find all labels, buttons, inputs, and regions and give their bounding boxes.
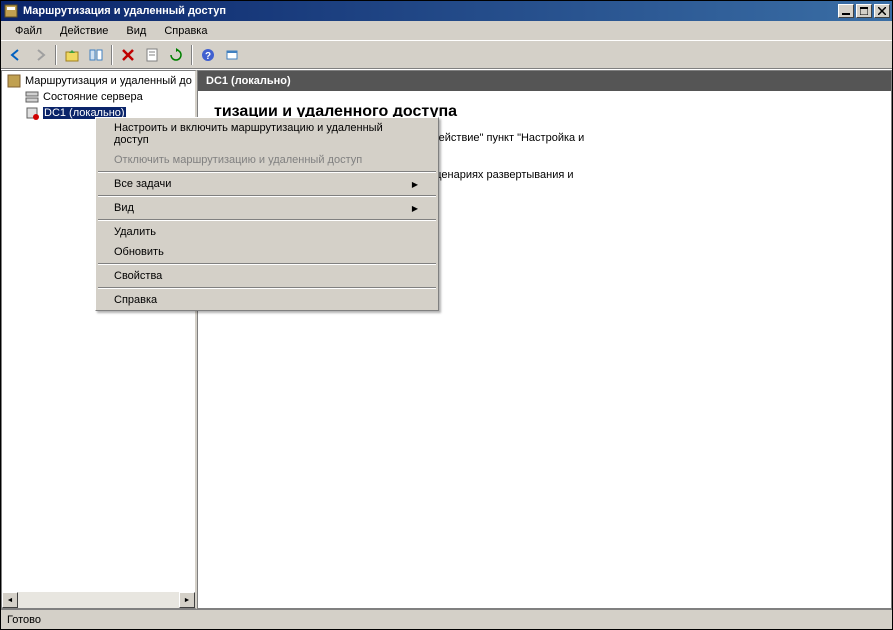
show-hide-button[interactable] — [85, 44, 107, 66]
tree-root-label: Маршрутизация и удаленный до — [25, 75, 192, 87]
cm-refresh[interactable]: Обновить — [96, 242, 438, 262]
menubar: Файл Действие Вид Справка — [1, 21, 892, 41]
maximize-button[interactable] — [856, 4, 872, 18]
main-header: DC1 (локально) — [198, 71, 891, 91]
cm-all-tasks[interactable]: Все задачи▶ — [96, 174, 438, 194]
submenu-arrow-icon: ▶ — [412, 180, 418, 189]
statusbar: Готово — [1, 609, 892, 629]
options-button[interactable] — [221, 44, 243, 66]
tree-status-label: Состояние сервера — [43, 91, 143, 103]
tree-root[interactable]: Маршрутизация и удаленный до — [4, 73, 193, 89]
scroll-track[interactable] — [18, 592, 179, 608]
toolbar-separator — [111, 45, 113, 65]
cm-configure[interactable]: Настроить и включить маршрутизацию и уда… — [96, 118, 438, 150]
submenu-arrow-icon: ▶ — [412, 204, 418, 213]
routing-icon — [6, 73, 22, 89]
tree-status[interactable]: Состояние сервера — [4, 89, 193, 105]
menu-help[interactable]: Справка — [156, 23, 215, 39]
cm-separator — [98, 195, 436, 197]
cm-separator — [98, 263, 436, 265]
app-icon — [3, 3, 19, 19]
cm-view[interactable]: Вид▶ — [96, 198, 438, 218]
menu-view[interactable]: Вид — [118, 23, 154, 39]
properties-button[interactable] — [141, 44, 163, 66]
toolbar-separator — [191, 45, 193, 65]
titlebar: Маршрутизация и удаленный доступ — [1, 1, 892, 21]
context-menu: Настроить и включить маршрутизацию и уда… — [95, 117, 439, 311]
server-status-icon — [24, 89, 40, 105]
toolbar-separator — [55, 45, 57, 65]
app-window: Маршрутизация и удаленный доступ Файл Де… — [0, 0, 893, 630]
cm-separator — [98, 219, 436, 221]
cm-help[interactable]: Справка — [96, 290, 438, 310]
minimize-button[interactable] — [838, 4, 854, 18]
help-button[interactable]: ? — [197, 44, 219, 66]
cm-separator — [98, 287, 436, 289]
cm-properties[interactable]: Свойства — [96, 266, 438, 286]
status-text: Готово — [7, 614, 41, 626]
window-title: Маршрутизация и удаленный доступ — [23, 5, 838, 17]
delete-button[interactable] — [117, 44, 139, 66]
menu-file[interactable]: Файл — [7, 23, 50, 39]
forward-button[interactable] — [29, 44, 51, 66]
scroll-right-button[interactable]: ► — [179, 592, 195, 608]
scroll-left-button[interactable]: ◄ — [2, 592, 18, 608]
cm-disable: Отключить маршрутизацию и удаленный дост… — [96, 150, 438, 170]
window-buttons — [838, 4, 890, 18]
up-button[interactable] — [61, 44, 83, 66]
cm-separator — [98, 171, 436, 173]
horizontal-scrollbar[interactable]: ◄ ► — [2, 592, 195, 608]
svg-text:?: ? — [205, 51, 211, 62]
toolbar: ? — [1, 41, 892, 69]
close-button[interactable] — [874, 4, 890, 18]
back-button[interactable] — [5, 44, 27, 66]
menu-action[interactable]: Действие — [52, 23, 116, 39]
server-icon — [24, 105, 40, 121]
cm-delete[interactable]: Удалить — [96, 222, 438, 242]
refresh-button[interactable] — [165, 44, 187, 66]
